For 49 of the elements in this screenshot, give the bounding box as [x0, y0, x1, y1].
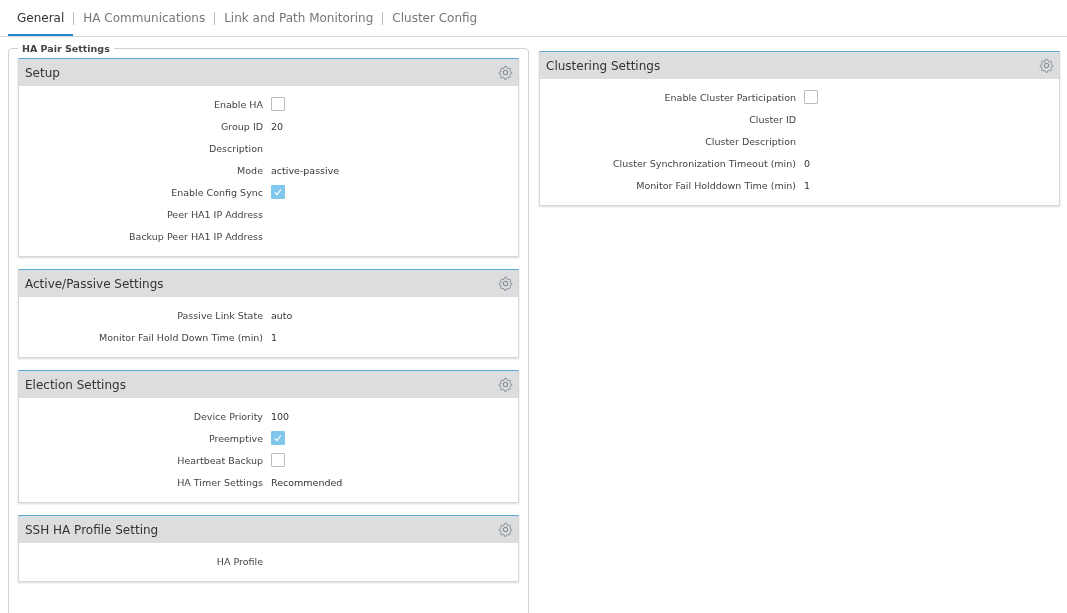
check-icon	[272, 186, 284, 198]
checkbox[interactable]	[271, 185, 285, 199]
field-label: Enable Config Sync	[170, 186, 263, 198]
settings-icon[interactable]	[498, 377, 513, 392]
checkbox[interactable]	[271, 453, 285, 467]
tab[interactable]: Link and Path Monitoring	[215, 0, 383, 36]
group-title: HA Pair Settings	[21, 43, 111, 54]
field-label: Cluster ID	[748, 113, 796, 125]
panel-title: SSH HA Profile Setting	[25, 522, 159, 537]
tab[interactable]: HA Communications	[74, 0, 215, 36]
field-label: Group ID	[219, 120, 263, 132]
field-label: Device Priority	[192, 410, 263, 422]
field-value: Recommended	[271, 476, 343, 488]
check-icon	[272, 432, 284, 444]
field-value: 1	[804, 179, 811, 191]
field-value: 20	[271, 120, 284, 132]
field-label: Peer HA1 IP Address	[165, 208, 263, 220]
panel-title: Election Settings	[25, 377, 126, 392]
checkbox[interactable]	[271, 97, 285, 111]
tab[interactable]: General	[8, 0, 74, 36]
settings-icon[interactable]	[498, 276, 513, 291]
tab[interactable]: Cluster Config	[383, 0, 487, 36]
field-value: auto	[271, 309, 293, 321]
settings-icon[interactable]	[498, 522, 513, 537]
field-value: active-passive	[271, 164, 340, 176]
field-label: Preemptive	[207, 432, 263, 444]
field-label: Enable HA	[212, 98, 263, 110]
field-label: Description	[207, 142, 263, 154]
field-label: Heartbeat Backup	[176, 454, 263, 466]
settings-icon[interactable]	[1039, 58, 1054, 73]
field-label: Cluster Description	[704, 135, 796, 147]
panel-title: Clustering Settings	[546, 58, 661, 73]
field-label: Cluster Synchronization Timeout (min)	[612, 157, 796, 169]
checkbox[interactable]	[271, 431, 285, 445]
field-value: 100	[271, 410, 290, 422]
field-label: Monitor Fail Holddown Time (min)	[635, 179, 796, 191]
field-value: 0	[804, 157, 811, 169]
panel-title: Active/Passive Settings	[25, 276, 164, 291]
field-label: Monitor Fail Hold Down Time (min)	[97, 331, 263, 343]
field-value: 1	[271, 331, 278, 343]
settings-icon[interactable]	[498, 65, 513, 80]
panel-title: Setup	[25, 65, 60, 80]
checkbox[interactable]	[804, 90, 818, 104]
field-label: Passive Link State	[176, 309, 263, 321]
field-label: Mode	[236, 164, 263, 176]
field-label: Enable Cluster Participation	[663, 91, 796, 103]
field-label: HA Profile	[215, 555, 263, 567]
field-label: Backup Peer HA1 IP Address	[128, 230, 263, 242]
field-label: HA Timer Settings	[176, 476, 263, 488]
